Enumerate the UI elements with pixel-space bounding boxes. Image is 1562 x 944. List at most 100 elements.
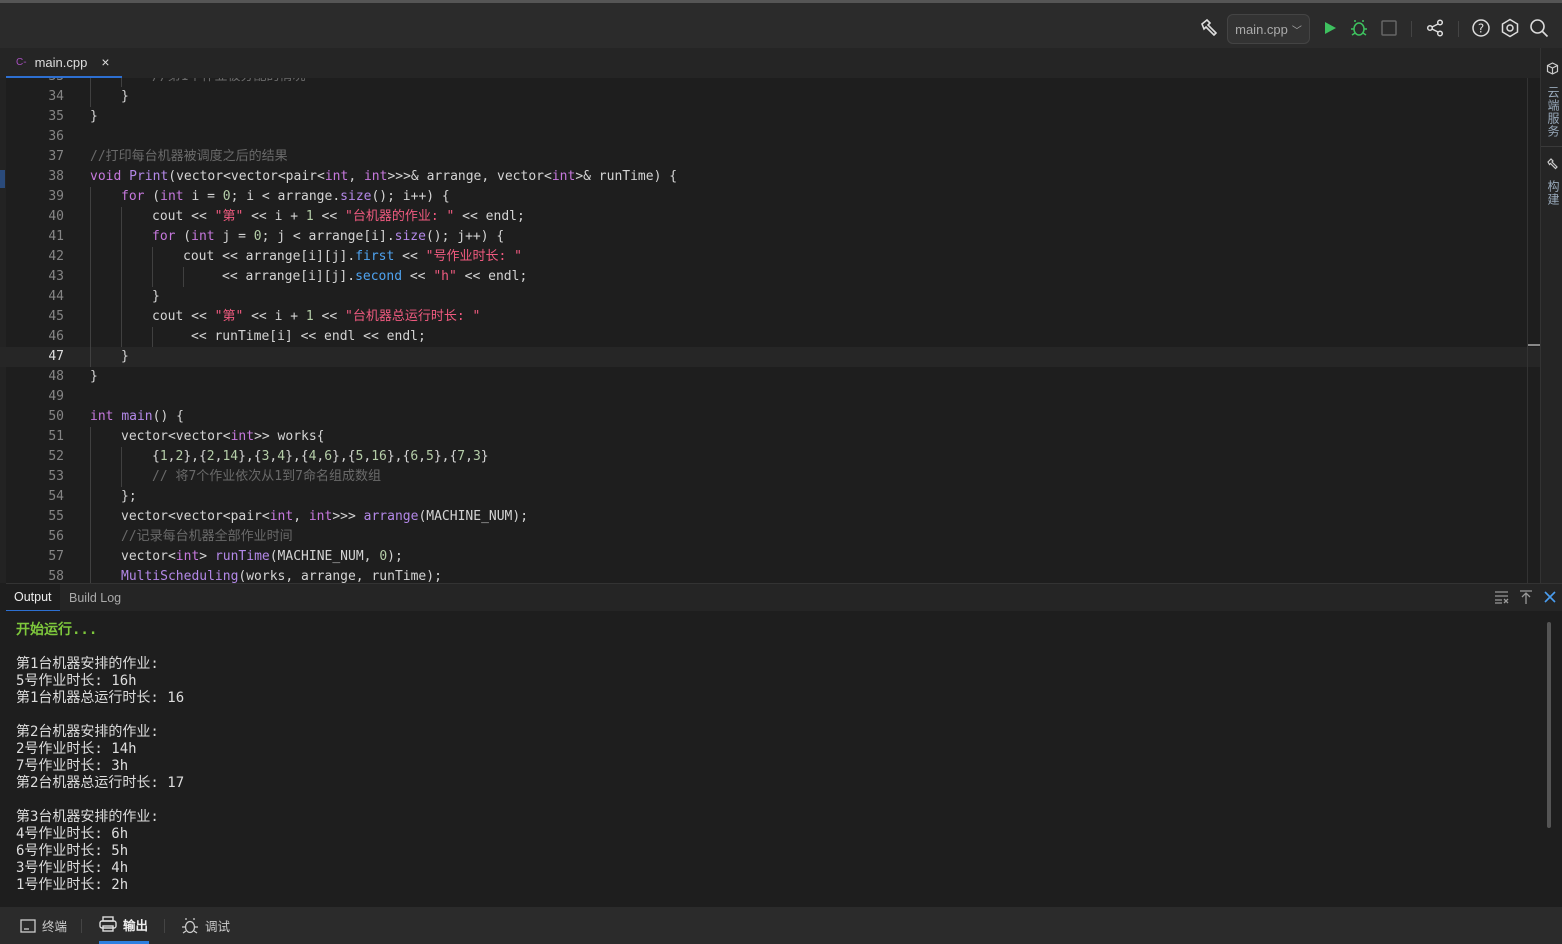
code-line[interactable]: 44}: [0, 287, 1540, 307]
code-text: // 将7个作业依次从1到7命名组成数组: [152, 467, 381, 487]
code-line[interactable]: 43 << arrange[i][j].second << "h" << endl…: [0, 267, 1540, 287]
code-text: cout << "第" << i + 1 << "台机器总运行时长: ": [152, 307, 480, 327]
code-token: ,: [418, 449, 426, 464]
run-config-select[interactable]: main.cpp ﹀: [1227, 14, 1310, 44]
code-line[interactable]: 34}: [0, 87, 1540, 107]
output-tab[interactable]: 输出: [99, 907, 149, 944]
clear-output-icon[interactable]: [1494, 590, 1510, 609]
line-number: 46: [48, 329, 64, 344]
code-line[interactable]: 41 for (int j = 0; j < arrange[i].size();…: [0, 227, 1540, 247]
code-token: (); i++) {: [371, 189, 450, 204]
code-text: }: [90, 367, 98, 387]
code-token: 6: [324, 449, 333, 464]
tab-build-log[interactable]: Build Log: [61, 584, 129, 612]
output-line: 第2台机器总运行时长: 17: [16, 775, 185, 791]
code-token: i =: [183, 189, 223, 204]
code-token: ,: [465, 449, 473, 464]
debug-icon[interactable]: [1348, 15, 1370, 41]
code-line[interactable]: 55 vector<vector<pair<int, int>>> arrange…: [0, 507, 1540, 527]
code-text: << arrange[i][j].second << "h" << endl;: [222, 267, 527, 287]
code-line[interactable]: 33 //第1个作业被分配的情况: [0, 78, 1540, 87]
code-token: 1: [305, 209, 314, 224]
settings-icon[interactable]: [1499, 15, 1521, 41]
code-line[interactable]: 51 vector<vector<int>> works{: [0, 427, 1540, 447]
code-line[interactable]: 52 {1,2},{2,14},{3,4},{4,6},{5,16},{6,5},…: [0, 447, 1540, 467]
code-line[interactable]: 42 cout << arrange[i][j].first << "号作业时长:…: [0, 247, 1540, 267]
code-line[interactable]: 35}: [0, 107, 1540, 127]
code-token: int: [363, 169, 388, 184]
terminal-tab[interactable]: 终端: [20, 907, 67, 944]
code-line[interactable]: 38 void Print(vector<vector<pair<int, int…: [0, 167, 1540, 187]
code-token: <<: [402, 269, 434, 284]
hammer-icon[interactable]: [1196, 15, 1222, 41]
output-line: 第3台机器安排的作业:: [16, 809, 159, 825]
code-text: vector<vector<pair<int, int>>> arrange(M…: [121, 507, 528, 527]
output-label: 输出: [123, 918, 149, 933]
code-token: },{: [285, 449, 309, 464]
code-token: << endl;: [456, 269, 528, 284]
chevron-down-icon: ﹀: [1291, 25, 1302, 37]
editor-scrollbar[interactable]: [1527, 78, 1540, 583]
divider: [1411, 21, 1412, 37]
hammer-icon[interactable]: [1546, 158, 1559, 176]
indent-guide: [121, 327, 122, 347]
line-number: 51: [48, 429, 64, 444]
code-line[interactable]: 49: [0, 387, 1540, 407]
code-line[interactable]: 39 for (int i = 0; i < arrange.size(); i+…: [0, 187, 1540, 207]
code-line[interactable]: 46 << runTime[i] << endl << endl;: [0, 327, 1540, 347]
code-line[interactable]: 36: [0, 127, 1540, 147]
code-token: // 将7个作业依次从1到7命名组成数组: [152, 469, 381, 484]
indent-guide: [90, 527, 91, 547]
output-line: 第2台机器安排的作业:: [16, 724, 159, 740]
maximize-panel-icon[interactable]: [1519, 590, 1533, 609]
code-token: 5: [425, 449, 434, 464]
search-icon[interactable]: [1528, 15, 1550, 41]
indent-guide: [121, 467, 122, 487]
code-line[interactable]: 53 // 将7个作业依次从1到7命名组成数组: [0, 467, 1540, 487]
code-line[interactable]: 48}: [0, 367, 1540, 387]
code-token: int: [191, 229, 215, 244]
code-token: (: [144, 189, 161, 204]
cube-icon[interactable]: [1546, 62, 1559, 80]
code-line[interactable]: 56 //记录每台机器全部作业时间: [0, 527, 1540, 547]
code-token: 3: [472, 449, 481, 464]
line-number: 44: [48, 289, 64, 304]
code-line[interactable]: 37 //打印每台机器被调度之后的结果: [0, 147, 1540, 167]
share-icon[interactable]: [1424, 15, 1446, 41]
code-token: },{: [386, 449, 411, 464]
code-token: //打印每台机器被调度之后的结果: [90, 149, 288, 164]
code-token: {: [152, 449, 160, 464]
indent-guide: [152, 267, 153, 287]
code-line[interactable]: 45 cout << "第" << i + 1 << "台机器总运行时长: ": [0, 307, 1540, 327]
stop-icon[interactable]: [1379, 15, 1399, 41]
code-line[interactable]: 40 cout << "第" << i + 1 << "台机器的作业: " << …: [0, 207, 1540, 227]
code-token: arrange: [363, 509, 419, 524]
tab-main-cpp[interactable]: C- main.cpp ×: [6, 48, 122, 78]
cloud-service-tab[interactable]: 云端服务: [1545, 86, 1562, 138]
code-token: >>>: [332, 509, 364, 524]
code-line[interactable]: 47}: [0, 347, 1540, 367]
output-scrollbar[interactable]: [1547, 622, 1551, 828]
code-token: 6: [410, 449, 419, 464]
code-editor[interactable]: 33//第1个作业被分配的情况34}35}3637//打印每台机器被调度之后的结…: [0, 78, 1540, 583]
output-console[interactable]: 开始运行... 第1台机器安排的作业: 5号作业时长: 16h 第1台机器总运行时长:…: [6, 611, 1562, 907]
indent-guide: [121, 247, 122, 267]
code-line[interactable]: 57 vector<int> runTime(MACHINE_NUM, 0);: [0, 547, 1540, 567]
run-icon[interactable]: [1320, 15, 1340, 41]
code-line[interactable]: 50 int main() {: [0, 407, 1540, 427]
code-line[interactable]: 54};: [0, 487, 1540, 507]
output-line: 2号作业时长: 14h: [16, 741, 137, 757]
code-token: 7: [457, 449, 466, 464]
line-number: 50: [48, 409, 64, 424]
build-tab[interactable]: 构建: [1545, 180, 1562, 206]
code-token: "号作业时长: ": [425, 249, 522, 264]
tab-output[interactable]: Output: [6, 584, 60, 612]
code-line[interactable]: 58 MultiScheduling(works, arrange, runTim…: [0, 567, 1540, 583]
close-tab-icon[interactable]: ×: [101, 54, 109, 70]
debug-tab[interactable]: 调试: [181, 907, 230, 944]
indent-guide: [90, 567, 91, 583]
help-icon[interactable]: ?: [1470, 15, 1492, 41]
close-panel-icon[interactable]: [1544, 590, 1556, 608]
code-token: j =: [214, 229, 254, 244]
